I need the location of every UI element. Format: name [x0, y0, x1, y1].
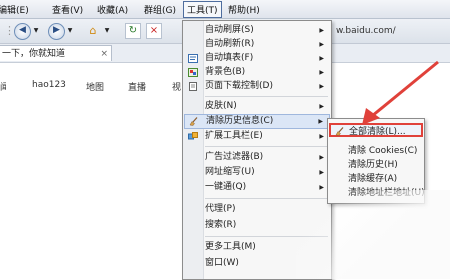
menu-item-label: 窗口(W)	[205, 258, 239, 268]
menu-item-clear-history[interactable]: 清除历史信息(C) ▶	[184, 114, 330, 129]
broom-icon	[189, 117, 198, 126]
menu-item-label: 代理(P)	[205, 204, 236, 214]
tab-title: 一下，你就知道	[2, 49, 66, 59]
nav-link-live[interactable]: 直播	[128, 80, 146, 93]
submenu-item-label: 清除缓存(A)	[348, 174, 398, 184]
nav-link-partial[interactable]: 闻	[0, 80, 6, 93]
tab-close-icon[interactable]: ×	[100, 46, 108, 61]
form-icon	[188, 54, 198, 63]
submenu-item-clear-cache[interactable]: 清除缓存(A)	[328, 172, 424, 186]
tab-baidu[interactable]: 一下，你就知道 ×	[0, 45, 112, 61]
nav-link-video[interactable]: 视	[172, 80, 181, 93]
menu-item-url-shortcut[interactable]: 网址缩写(U) ▶	[184, 166, 330, 179]
submenu-item-clear-cookies[interactable]: 清除 Cookies(C)	[328, 144, 424, 158]
menu-item-auto-scroll[interactable]: 自动刷屏(S) ▶	[184, 24, 330, 37]
menu-tools[interactable]: 工具(T)	[183, 1, 222, 18]
submenu-item-label: 清除 Cookies(C)	[348, 146, 418, 156]
menu-item-download-control[interactable]: 页面下载控制(D) ▶	[184, 80, 330, 93]
toolbar-grip: ⋮	[4, 24, 15, 37]
menu-separator	[205, 96, 328, 97]
stop-icon[interactable]: ×	[146, 23, 162, 39]
menu-item-label: 自动刷新(R)	[205, 39, 255, 49]
back-arrow-icon[interactable]: ◀	[14, 23, 31, 40]
menu-item-label: 自动刷屏(S)	[205, 25, 254, 35]
menu-item-label: 网址缩写(U)	[205, 167, 255, 177]
menu-item-label: 一键通(Q)	[205, 182, 247, 192]
home-icon[interactable]: ⌂	[84, 23, 102, 39]
menu-item-label: 扩展工具栏(E)	[205, 131, 263, 141]
submenu-arrow-icon: ▶	[319, 133, 324, 140]
submenu-arrow-icon: ▶	[319, 41, 324, 48]
menu-item-auto-fill[interactable]: 自动填表(F) ▶	[184, 52, 330, 65]
submenu-item-label: 清除历史(H)	[348, 160, 398, 170]
menu-groups[interactable]: 群组(G)	[144, 3, 176, 16]
submenu-arrow-icon: ▶	[319, 169, 324, 176]
watermark-fade	[296, 190, 450, 279]
broom-icon	[335, 127, 344, 136]
forward-arrow-icon[interactable]: ▶	[48, 23, 65, 40]
page-icon	[189, 82, 197, 91]
forward-dropdown-icon[interactable]: ▼	[66, 23, 74, 39]
submenu-arrow-icon: ▶	[318, 118, 323, 125]
menu-item-label: 皮肤(N)	[205, 101, 237, 111]
submenu-arrow-icon: ▶	[319, 154, 324, 161]
menu-item-label: 更多工具(M)	[205, 242, 256, 252]
nav-link-hao123[interactable]: hao123	[32, 80, 66, 90]
submenu-arrow-icon: ▶	[319, 69, 324, 76]
menu-help[interactable]: 帮助(H)	[228, 3, 260, 16]
submenu-arrow-icon: ▶	[319, 27, 324, 34]
menu-item-label: 搜索(R)	[205, 220, 237, 230]
menu-item-label: 自动填表(F)	[205, 53, 254, 63]
palette-icon	[188, 68, 198, 77]
address-bar-value[interactable]: w.baidu.com/	[336, 24, 396, 39]
menu-item-extension-toolbar[interactable]: 扩展工具栏(E) ▶	[184, 130, 330, 143]
menu-edit[interactable]: 编辑(E)	[0, 3, 29, 16]
menu-bar: 编辑(E) 查看(V) 收藏(A) 群组(G) 工具(T) 帮助(H)	[0, 0, 450, 19]
menu-item-ad-filter[interactable]: 广告过滤器(B) ▶	[184, 151, 330, 164]
menu-item-label: 页面下载控制(D)	[205, 81, 273, 91]
menu-view[interactable]: 查看(V)	[52, 3, 83, 16]
submenu-item-clear-all[interactable]: 全部清除(L)...	[329, 123, 423, 137]
menu-favorites[interactable]: 收藏(A)	[97, 3, 128, 16]
submenu-item-clear-history[interactable]: 清除历史(H)	[328, 158, 424, 172]
menu-separator	[205, 146, 328, 147]
submenu-arrow-icon: ▶	[319, 103, 324, 110]
menu-item-label: 广告过滤器(B)	[205, 152, 264, 162]
menu-item-auto-refresh[interactable]: 自动刷新(R) ▶	[184, 38, 330, 51]
menu-item-background-color[interactable]: 背景色(B) ▶	[184, 66, 330, 79]
home-dropdown-icon[interactable]: ▼	[103, 23, 111, 39]
submenu-item-label: 全部清除(L)...	[349, 127, 406, 137]
menu-item-skin[interactable]: 皮肤(N) ▶	[184, 100, 330, 113]
submenu-arrow-icon: ▶	[319, 83, 324, 90]
back-dropdown-icon[interactable]: ▼	[32, 23, 40, 39]
puzzle-icon	[188, 132, 198, 140]
menu-item-label: 背景色(B)	[205, 67, 246, 77]
nav-link-map[interactable]: 地图	[86, 80, 104, 93]
menu-item-label: 清除历史信息(C)	[206, 116, 274, 126]
refresh-icon[interactable]: ↻	[125, 23, 141, 39]
submenu-arrow-icon: ▶	[319, 55, 324, 62]
